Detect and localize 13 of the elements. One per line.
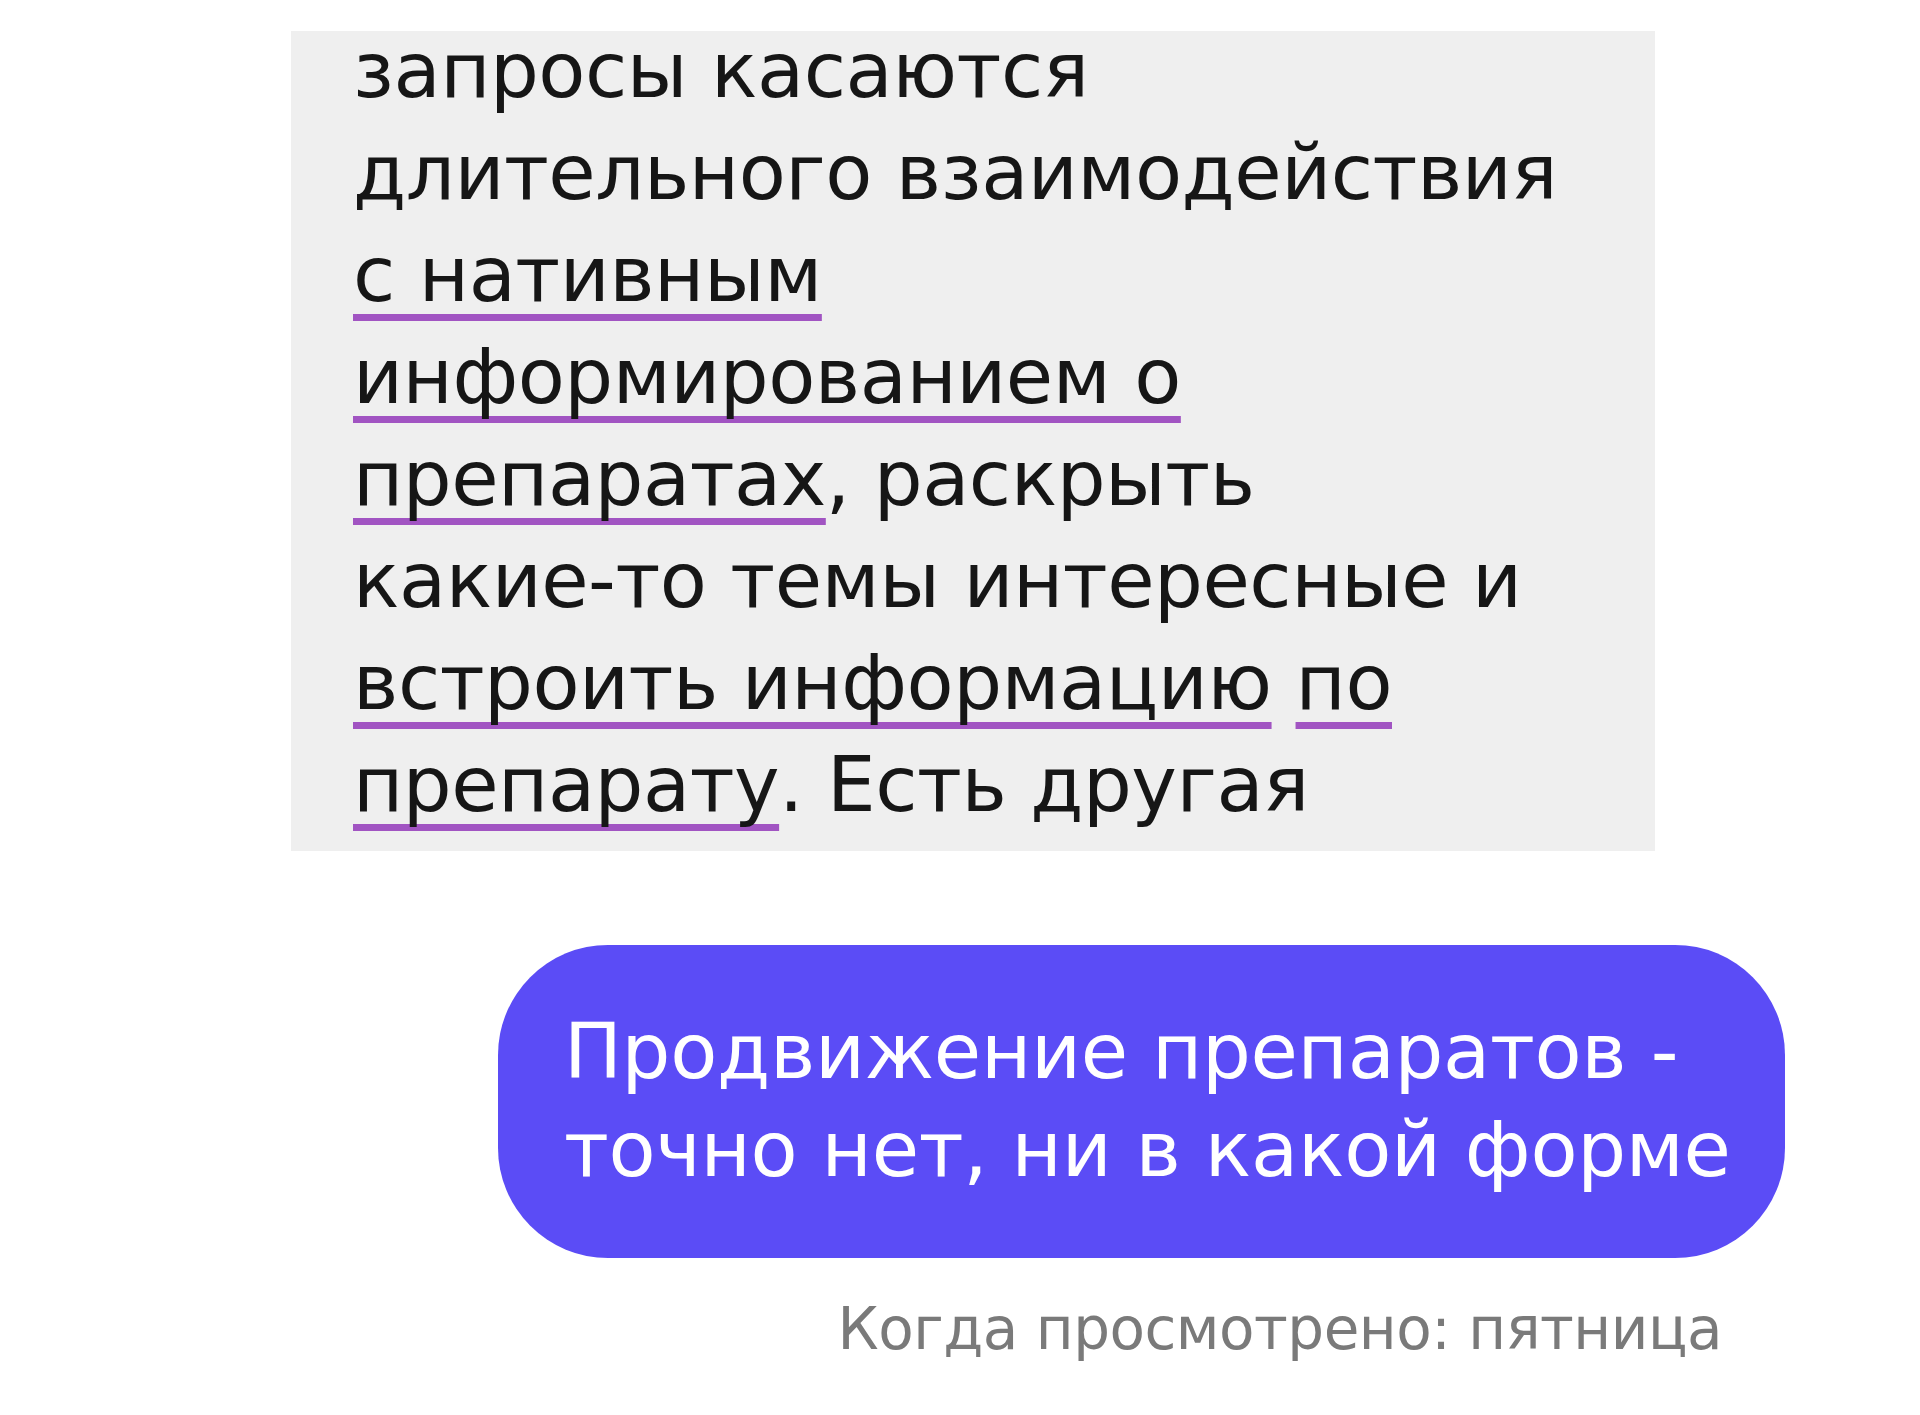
message-text: запросы касаются: [353, 31, 1089, 111]
message-text: . Есть другая: [779, 745, 1309, 825]
message-text: препаратах: [353, 439, 826, 519]
message-text: длительного взаимодействия: [353, 133, 1558, 213]
message-text: информированием о: [353, 337, 1181, 417]
message-text: встроить информацию: [353, 643, 1272, 723]
seen-status: Когда просмотрено: пятница: [837, 1296, 1722, 1362]
message-text: какие-то темы интересные и: [353, 541, 1522, 621]
message-text: с нативным: [353, 235, 822, 315]
message-text: по: [1294, 643, 1392, 723]
message-text: препарату: [353, 745, 780, 825]
message-bubble: Продвижение препаратов - точно нет, ни в какой форме: [498, 945, 1785, 1258]
message-text: , раскрыть: [825, 439, 1255, 519]
